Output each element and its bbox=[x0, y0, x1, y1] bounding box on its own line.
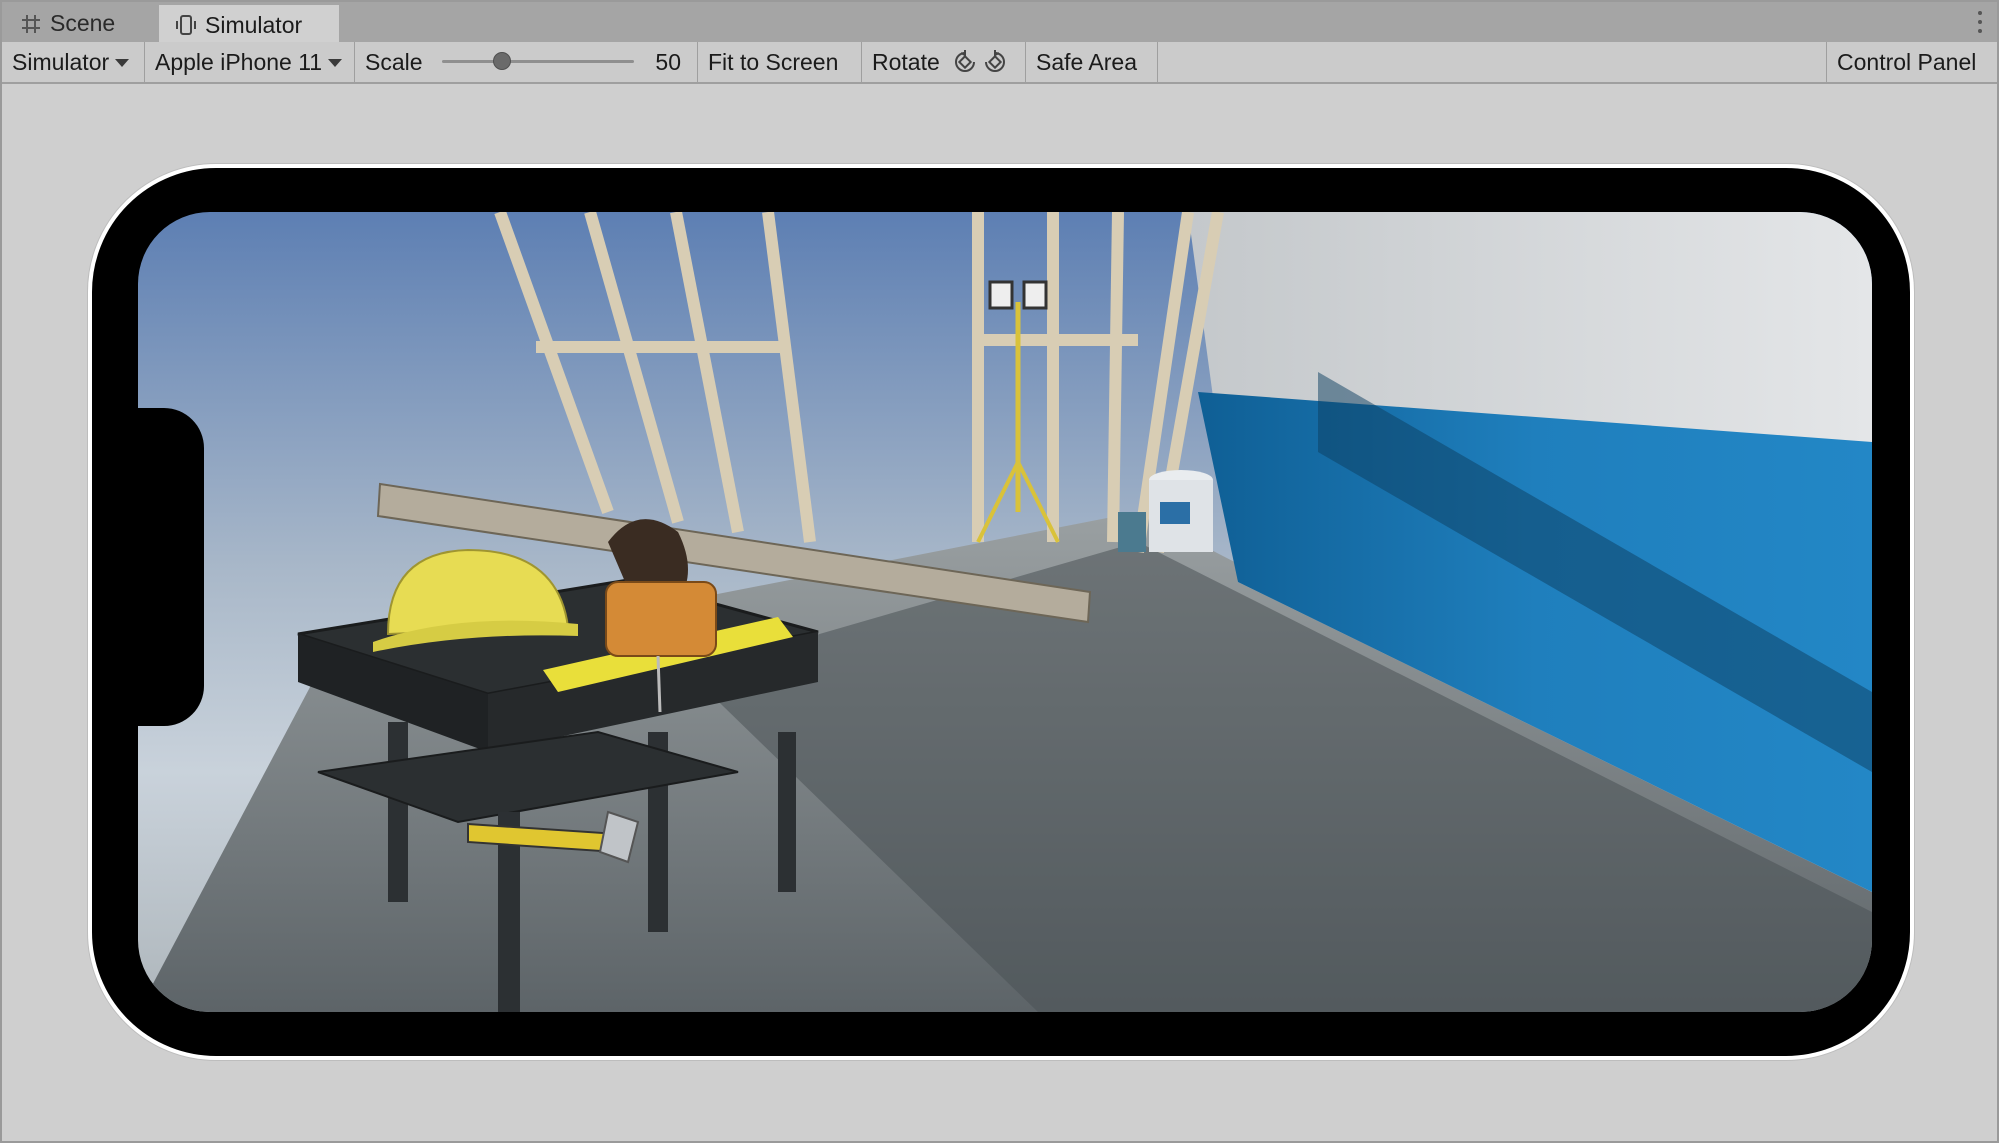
rotate-left-icon[interactable] bbox=[952, 49, 978, 75]
safe-area-toggle[interactable]: Safe Area bbox=[1026, 42, 1158, 82]
chevron-down-icon bbox=[115, 59, 130, 67]
chevron-down-icon bbox=[328, 59, 343, 67]
device-dropdown[interactable]: Apple iPhone 11 bbox=[145, 42, 355, 82]
more-options-icon[interactable] bbox=[1977, 11, 1983, 33]
safe-area-label: Safe Area bbox=[1036, 48, 1138, 75]
fit-to-screen-button[interactable]: Fit to Screen bbox=[698, 42, 862, 82]
control-panel-button[interactable]: Control Panel bbox=[1826, 42, 1997, 82]
scale-value: 50 bbox=[655, 48, 681, 75]
device-dropdown-label: Apple iPhone 11 bbox=[155, 48, 323, 75]
simulator-window: Scene Simulator Simulator Apple iPhone 1… bbox=[0, 0, 1999, 1143]
tab-simulator-label: Simulator bbox=[205, 11, 303, 38]
simulator-toolbar: Simulator Apple iPhone 11 Scale 50 Fit t… bbox=[2, 42, 1997, 84]
simulator-viewport bbox=[2, 84, 1997, 1141]
device-icon bbox=[175, 14, 197, 36]
tab-simulator[interactable]: Simulator bbox=[159, 5, 339, 42]
tab-strip: Scene Simulator bbox=[2, 2, 1997, 43]
tab-scene-label: Scene bbox=[50, 10, 116, 36]
grid-icon bbox=[20, 13, 42, 35]
rotate-label: Rotate bbox=[872, 48, 940, 75]
construction-scene-image bbox=[138, 212, 1872, 1012]
scale-slider-track[interactable] bbox=[442, 60, 634, 63]
side-notch-cutout bbox=[138, 408, 204, 726]
rotate-right-icon[interactable] bbox=[982, 49, 1008, 75]
mode-dropdown-label: Simulator bbox=[12, 48, 110, 75]
scale-label: Scale bbox=[365, 48, 423, 75]
game-view-screen[interactable] bbox=[138, 212, 1872, 1012]
scale-control: Scale 50 bbox=[355, 42, 698, 82]
mode-dropdown[interactable]: Simulator bbox=[2, 42, 145, 82]
fit-to-screen-label: Fit to Screen bbox=[708, 48, 839, 75]
control-panel-label: Control Panel bbox=[1837, 48, 1977, 75]
scale-slider-handle[interactable] bbox=[493, 52, 511, 70]
rotate-control: Rotate bbox=[862, 42, 1026, 82]
tab-scene[interactable]: Scene bbox=[4, 5, 154, 42]
device-frame bbox=[88, 164, 1914, 1060]
